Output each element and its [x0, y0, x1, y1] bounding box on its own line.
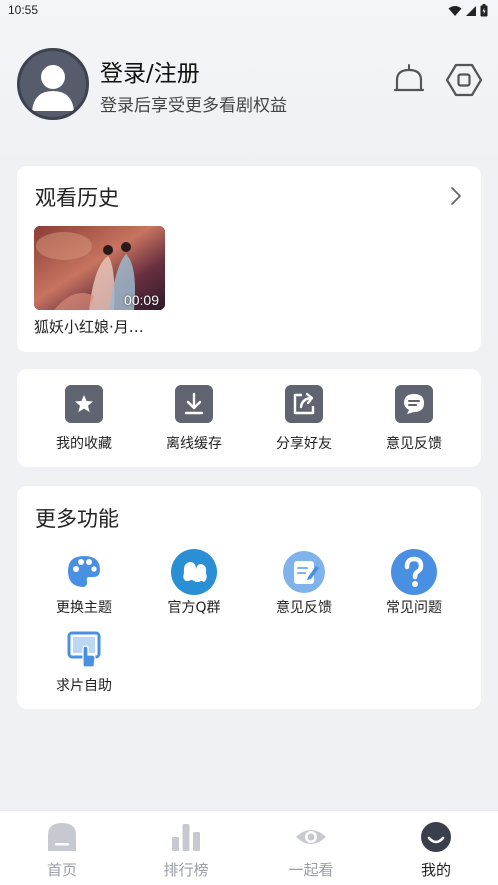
- quick-actions-card: 我的收藏 离线缓存 分享好友 意见反馈: [17, 369, 481, 467]
- palette-icon: [61, 549, 107, 595]
- hexagon-settings-icon: [445, 63, 483, 97]
- ranking-icon: [170, 821, 202, 853]
- feedback-quick-label: 意见反馈: [386, 436, 442, 452]
- nav-watch-together-label: 一起看: [288, 861, 334, 879]
- avatar[interactable]: [17, 48, 89, 120]
- user-silhouette-icon: [32, 65, 74, 111]
- wifi-icon: [448, 5, 462, 16]
- official-qq-group-button[interactable]: 官方Q群: [139, 549, 249, 617]
- touch-screen-icon: [61, 627, 107, 673]
- chat-bubble-icon: [395, 385, 433, 423]
- request-video-button[interactable]: 求片自助: [29, 627, 139, 695]
- history-duration: 00:09: [123, 292, 159, 308]
- nav-home-label: 首页: [46, 861, 77, 879]
- nav-profile[interactable]: 我的: [386, 821, 486, 880]
- status-icons: [448, 4, 488, 17]
- faq-label: 常见问题: [386, 600, 442, 616]
- favorites-label: 我的收藏: [56, 436, 112, 452]
- history-item-title[interactable]: 狐妖小红娘·月…: [34, 316, 144, 337]
- nav-ranking[interactable]: 排行榜: [136, 821, 236, 880]
- profile-header: 登录/注册 登录后享受更多看剧权益: [17, 48, 483, 122]
- feedback-edit-icon: [281, 549, 327, 595]
- login-benefits-text: 登录后享受更多看剧权益: [100, 96, 287, 116]
- nav-watch-together[interactable]: 一起看: [261, 821, 361, 880]
- nav-home[interactable]: 首页: [12, 821, 112, 880]
- notification-button[interactable]: [391, 62, 427, 98]
- offline-cache-button[interactable]: 离线缓存: [139, 385, 249, 453]
- change-theme-label: 更换主题: [56, 600, 112, 616]
- favorites-button[interactable]: 我的收藏: [29, 385, 139, 453]
- history-more-button[interactable]: [449, 185, 463, 207]
- signal-icon: [466, 5, 476, 16]
- question-icon: [391, 549, 437, 595]
- star-icon: [65, 385, 103, 423]
- bottom-navigation: 首页 排行榜 一起看 我的: [0, 810, 498, 885]
- bell-icon: [393, 64, 425, 92]
- status-time: 10:55: [8, 3, 39, 17]
- profile-icon: [420, 821, 452, 853]
- change-theme-button[interactable]: 更换主题: [29, 549, 139, 617]
- watch-history-card: 观看历史 00:09 狐妖小红娘·月…: [17, 166, 481, 352]
- offline-cache-label: 离线缓存: [166, 436, 222, 452]
- feedback-label: 意见反馈: [276, 600, 332, 616]
- settings-button[interactable]: [445, 62, 483, 98]
- history-thumbnail[interactable]: 00:09: [34, 226, 165, 310]
- nav-profile-label: 我的: [420, 861, 451, 879]
- share-friends-button[interactable]: 分享好友: [249, 385, 359, 453]
- chevron-right-icon: [451, 187, 461, 205]
- home-icon: [46, 821, 78, 853]
- watch-history-title[interactable]: 观看历史: [35, 182, 119, 212]
- more-features-card: 更多功能 更换主题 官方Q群 意见反馈 常见问题 求片自助: [17, 486, 481, 709]
- faq-button[interactable]: 常见问题: [359, 549, 469, 617]
- feedback-button[interactable]: 意见反馈: [249, 549, 359, 617]
- login-register-link[interactable]: 登录/注册: [100, 54, 200, 88]
- share-friends-label: 分享好友: [276, 436, 332, 452]
- nav-ranking-label: 排行榜: [163, 861, 209, 879]
- battery-icon: [480, 4, 488, 17]
- more-features-title: 更多功能: [35, 507, 119, 531]
- download-icon: [175, 385, 213, 423]
- eye-icon: [295, 821, 327, 853]
- share-icon: [285, 385, 323, 423]
- qq-group-icon: [171, 549, 217, 595]
- status-bar: 10:55: [0, 0, 498, 22]
- feedback-quick-button[interactable]: 意见反馈: [359, 385, 469, 453]
- request-video-label: 求片自助: [56, 678, 112, 694]
- official-qq-group-label: 官方Q群: [167, 600, 221, 616]
